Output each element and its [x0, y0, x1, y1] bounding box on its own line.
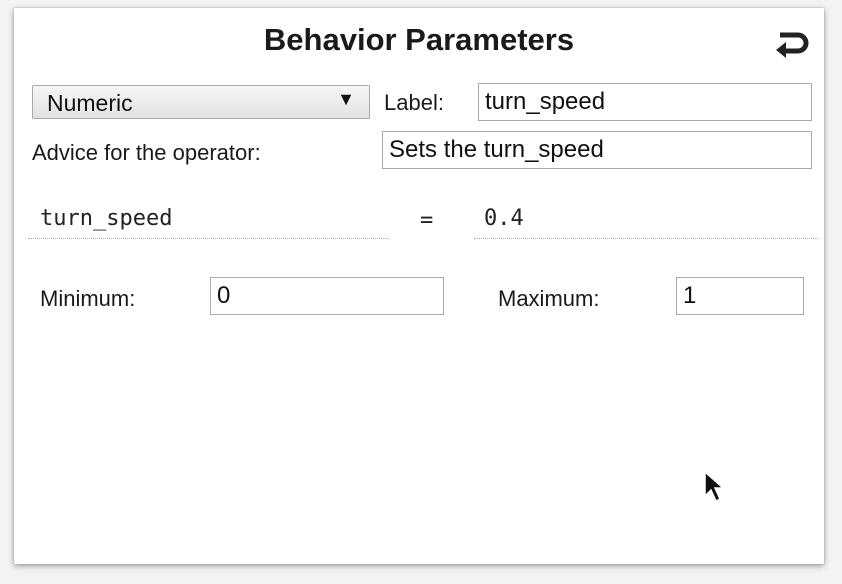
parameter-value[interactable]: 0.4: [484, 206, 524, 231]
label-input[interactable]: turn_speed: [478, 83, 812, 121]
minimum-label: Minimum:: [40, 286, 136, 311]
parameter-value-underline: [474, 238, 818, 239]
dropdown-arrow-icon: ▼: [337, 89, 355, 109]
parameter-name-underline: [28, 238, 388, 239]
advice-input[interactable]: Sets the turn_speed: [382, 131, 812, 169]
maximum-label: Maximum:: [498, 286, 600, 311]
mouse-pointer-icon: [704, 470, 725, 503]
undo-arrow-icon: [776, 32, 809, 58]
panel-title: Behavior Parameters: [263, 22, 575, 57]
parameter-type-select[interactable]: Numeric ▼: [32, 85, 370, 119]
parameter-type-value: Numeric: [47, 90, 133, 116]
label-field-label: Label:: [384, 90, 444, 115]
parameter-name: turn_speed: [40, 206, 173, 231]
maximum-input[interactable]: 1: [676, 277, 804, 315]
equals-sign: =: [420, 208, 434, 233]
minimum-input[interactable]: 0: [210, 277, 444, 315]
advice-field-label: Advice for the operator:: [32, 140, 261, 165]
back-button[interactable]: [774, 30, 810, 58]
